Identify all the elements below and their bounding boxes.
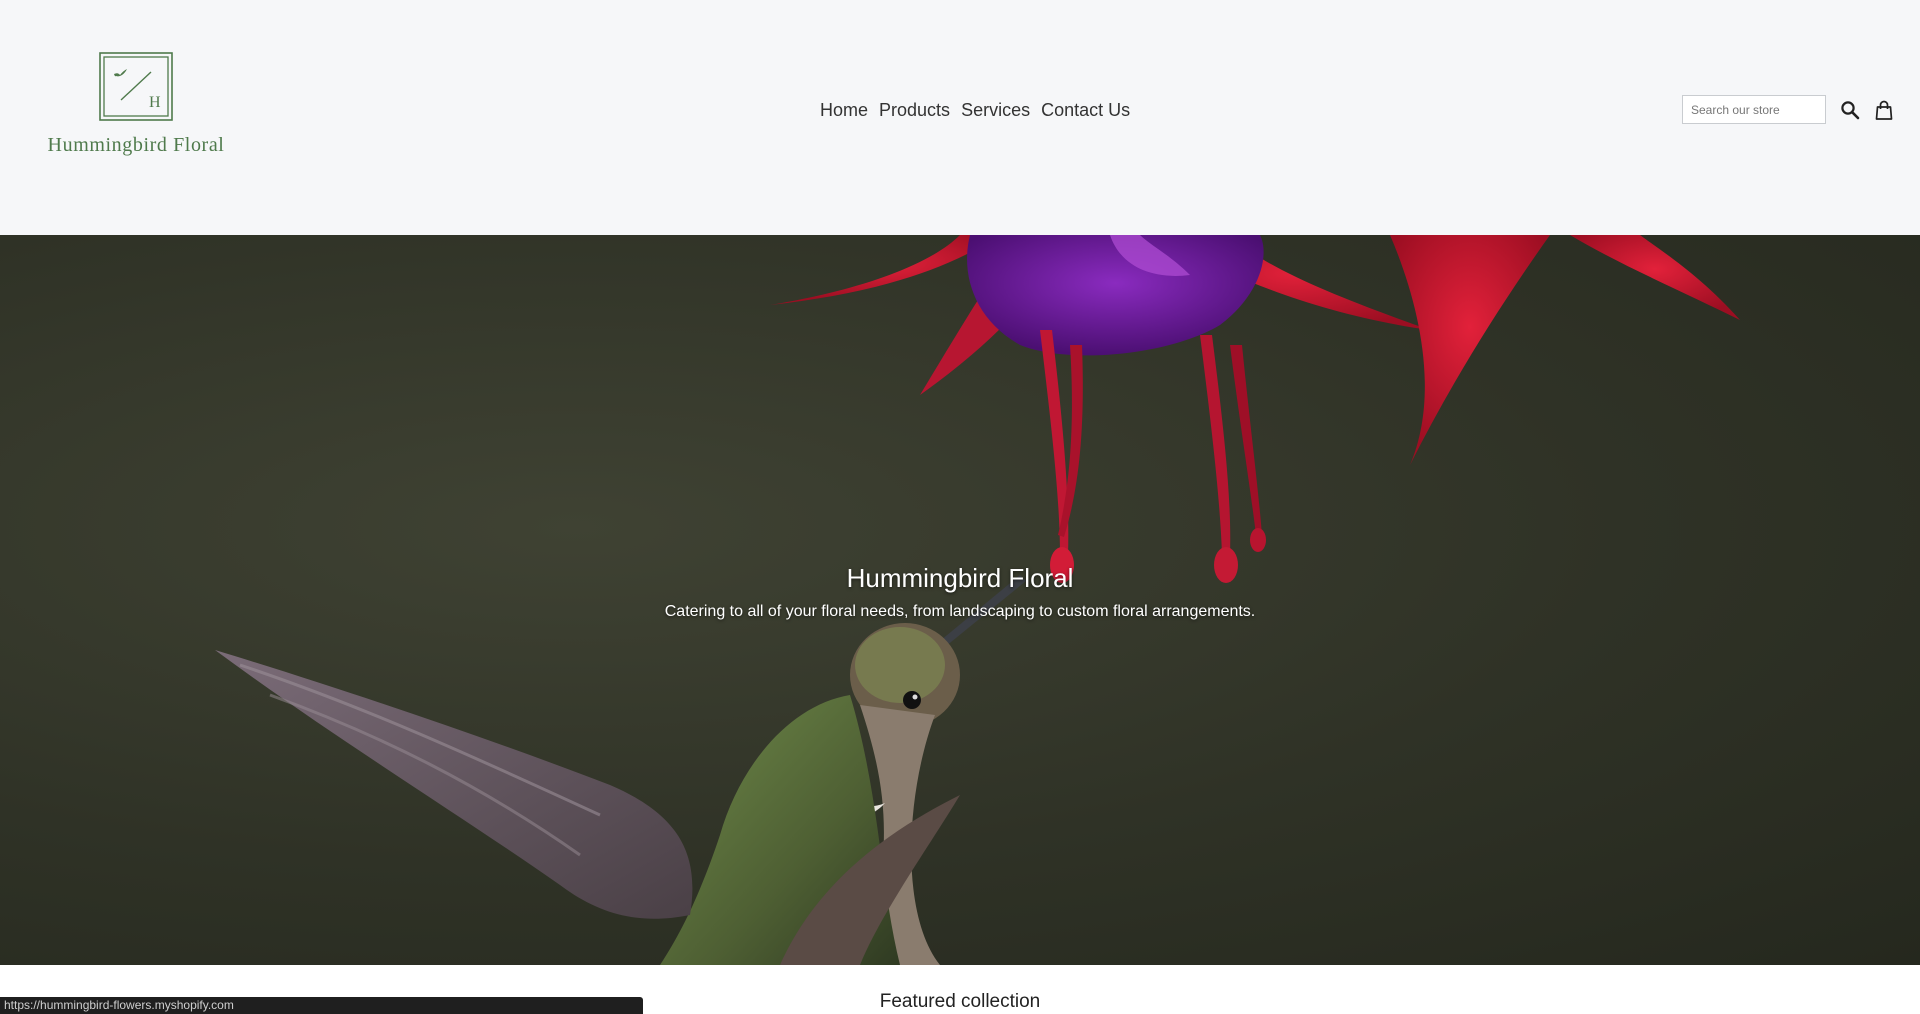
nav-link-products[interactable]: Products — [879, 97, 950, 123]
main-navigation: Home Products Services Contact Us — [820, 97, 1130, 123]
shopping-bag-icon — [1875, 100, 1893, 120]
nav-link-home[interactable]: Home — [820, 97, 868, 123]
browser-status-bar: https://hummingbird-flowers.myshopify.co… — [0, 997, 643, 1014]
site-header: H Hummingbird Floral Home Products Servi… — [0, 0, 1920, 235]
hero-image — [215, 235, 1740, 965]
search-button[interactable] — [1839, 99, 1861, 121]
search-input[interactable] — [1682, 95, 1826, 124]
hero-subtitle: Catering to all of your floral needs, fr… — [664, 603, 1256, 620]
hero-title: Hummingbird Floral — [846, 563, 1074, 593]
hero-banner: Hummingbird Floral Catering to all of yo… — [0, 235, 1920, 965]
logo-text: Hummingbird Floral — [47, 134, 225, 156]
logo-monogram: H — [149, 94, 161, 111]
site-logo[interactable]: H Hummingbird Floral — [40, 50, 232, 160]
nav-link-services[interactable]: Services — [961, 97, 1030, 123]
cart-button[interactable] — [1873, 99, 1895, 121]
nav-link-contact-us[interactable]: Contact Us — [1041, 97, 1130, 123]
search-icon — [1841, 101, 1860, 120]
hummingbird-logo-icon: H — [99, 52, 173, 121]
